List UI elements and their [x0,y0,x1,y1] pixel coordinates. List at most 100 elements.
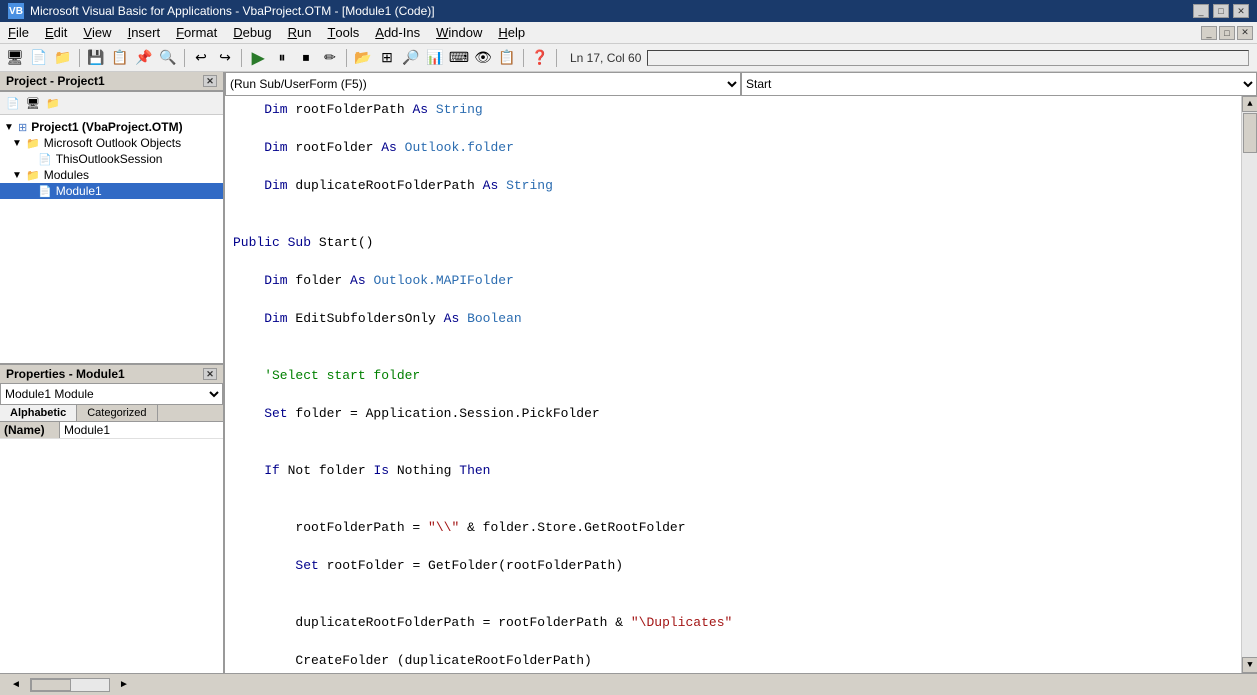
tb-watches-btn[interactable]: 👁 [472,47,494,69]
props-key-name: (Name) [0,422,60,438]
tb-help-btn[interactable]: ❓ [529,47,551,69]
app-icon: VB [8,3,24,19]
toolbar-separator-4 [346,49,347,67]
scroll-right-btn[interactable]: ► [116,678,132,692]
code-container: Dim rootFolderPath As String Dim rootFol… [225,96,1257,673]
menu-debug[interactable]: Debug [225,22,279,43]
tb-find-btn[interactable]: 🔍 [157,47,179,69]
tree-session-label: ThisOutlookSession [56,152,163,166]
tree-item-project[interactable]: ▼ ⊞ Project1 (VbaProject.OTM) [0,119,223,135]
menu-addins[interactable]: Add-Ins [367,22,428,43]
expand-icon-modules: ▼ [12,170,22,181]
props-row-name: (Name) Module1 [0,422,223,439]
properties-panel-title: Properties - Module1 [6,367,125,381]
project-tree: ▼ ⊞ Project1 (VbaProject.OTM) ▼ 📁 Micros… [0,115,223,363]
project-vba-icon: ⊞ [18,121,27,134]
toolbar-separator-6 [556,49,557,67]
tb-redo-btn[interactable]: ↪ [214,47,236,69]
tb-project-btn[interactable]: 📂 [352,47,374,69]
session-icon: 📄 [38,153,52,166]
proj-view-code-btn[interactable]: 📄 [4,94,22,112]
left-panel: Project - Project1 ✕ 📄 🖥 📁 ▼ ⊞ Project1 … [0,72,225,673]
project-panel-title: Project - Project1 [6,74,105,88]
menu-run[interactable]: Run [280,22,320,43]
app-restore-btn[interactable]: □ [1213,4,1229,18]
properties-tabs: Alphabetic Categorized [0,405,223,422]
title-bar-controls[interactable]: _ □ ✕ [1193,4,1249,18]
ide-close-btn[interactable]: ✕ [1237,26,1253,40]
horizontal-scroll-track[interactable] [30,678,110,692]
cursor-position: Ln 17, Col 60 [570,51,641,65]
editor-dropdowns: (Run Sub/UserForm (F5)) Start [225,72,1257,96]
properties-object-dropdown[interactable]: Module1 Module [0,383,223,405]
tree-item-module1[interactable]: 📄 Module1 [0,183,223,199]
tb-insert-module-btn[interactable]: 📁 [52,47,74,69]
menu-tools[interactable]: Tools [319,22,367,43]
tb-locals-btn[interactable]: 📊 [424,47,446,69]
tab-categorized[interactable]: Categorized [77,405,157,421]
tb-callstack-btn[interactable]: 📋 [496,47,518,69]
toolbar-separator-5 [523,49,524,67]
tb-properties-btn[interactable]: ⊞ [376,47,398,69]
menu-help[interactable]: Help [490,22,533,43]
tree-item-session[interactable]: 📄 ThisOutlookSession [0,151,223,167]
tree-module1-label: Module1 [56,184,102,198]
tb-reset-btn[interactable]: ⏹ [295,47,317,69]
tab-alphabetic[interactable]: Alphabetic [0,405,77,421]
toolbar-separator-3 [241,49,242,67]
scroll-down-btn[interactable]: ▼ [1242,657,1257,673]
proj-toggle-folders-btn[interactable]: 📁 [44,94,62,112]
code-content: Dim rootFolderPath As String Dim rootFol… [225,96,1241,673]
menu-edit[interactable]: Edit [37,22,75,43]
tree-project-label: Project1 (VbaProject.OTM) [31,120,182,134]
tb-view-object-btn[interactable]: 🖥 [4,47,26,69]
code-scroll[interactable]: Dim rootFolderPath As String Dim rootFol… [225,96,1241,673]
project-panel-header: Project - Project1 ✕ [0,72,223,92]
window-title: Microsoft Visual Basic for Applications … [30,4,435,18]
menu-format[interactable]: Format [168,22,225,43]
menu-window[interactable]: Window [428,22,490,43]
properties-grid: (Name) Module1 [0,422,223,673]
properties-panel-close[interactable]: ✕ [203,368,217,380]
tb-undo-btn[interactable]: ↩ [190,47,212,69]
tree-item-modules[interactable]: ▼ 📁 Modules [0,167,223,183]
main-layout: Project - Project1 ✕ 📄 🖥 📁 ▼ ⊞ Project1 … [0,72,1257,673]
tree-modules-label: Modules [44,168,89,182]
tree-item-outlook-objects[interactable]: ▼ 📁 Microsoft Outlook Objects [0,135,223,151]
tb-design-btn[interactable]: ✏ [319,47,341,69]
toolbar-separator-1 [79,49,80,67]
module1-icon: 📄 [38,185,52,198]
tb-copy-btn[interactable]: 📋 [109,47,131,69]
object-dropdown[interactable]: (Run Sub/UserForm (F5)) [225,72,741,96]
menu-insert[interactable]: Insert [120,22,169,43]
menu-file[interactable]: File [0,22,37,43]
ide-minimize-btn[interactable]: _ [1201,26,1217,40]
tb-watch-btn[interactable]: 🔎 [400,47,422,69]
tb-run-btn[interactable]: ▶ [247,47,269,69]
scroll-thumb[interactable] [1243,113,1257,153]
properties-panel-header: Properties - Module1 ✕ [0,365,223,383]
project-panel: Project - Project1 ✕ 📄 🖥 📁 ▼ ⊞ Project1 … [0,72,223,363]
modules-icon: 📁 [26,169,40,182]
scroll-left-btn[interactable]: ◄ [8,678,24,692]
proj-view-obj-btn[interactable]: 🖥 [24,94,42,112]
app-minimize-btn[interactable]: _ [1193,4,1209,18]
tb-break-btn[interactable]: ⏸ [271,47,293,69]
app-close-btn[interactable]: ✕ [1233,4,1249,18]
tb-save-btn[interactable]: 💾 [85,47,107,69]
procedure-dropdown[interactable]: Start [741,72,1257,96]
scroll-up-btn[interactable]: ▲ [1242,96,1257,112]
scroll-track[interactable] [1242,112,1257,657]
project-toolbar: 📄 🖥 📁 [0,92,223,115]
ide-restore-btn[interactable]: □ [1219,26,1235,40]
tb-imm-btn[interactable]: ⌨ [448,47,470,69]
project-panel-close[interactable]: ✕ [203,75,217,87]
toolbar: 🖥 📄 📁 💾 📋 📌 🔍 ↩ ↪ ▶ ⏸ ⏹ ✏ 📂 ⊞ 🔎 📊 ⌨ 👁 📋 … [0,44,1257,72]
tb-view-code-btn[interactable]: 📄 [28,47,50,69]
menu-view[interactable]: View [75,22,119,43]
position-indicator [647,50,1249,66]
status-bar: ◄ ► [0,673,1257,695]
tb-paste-btn[interactable]: 📌 [133,47,155,69]
vertical-scrollbar[interactable]: ▲ ▼ [1241,96,1257,673]
title-bar: VB Microsoft Visual Basic for Applicatio… [0,0,1257,22]
